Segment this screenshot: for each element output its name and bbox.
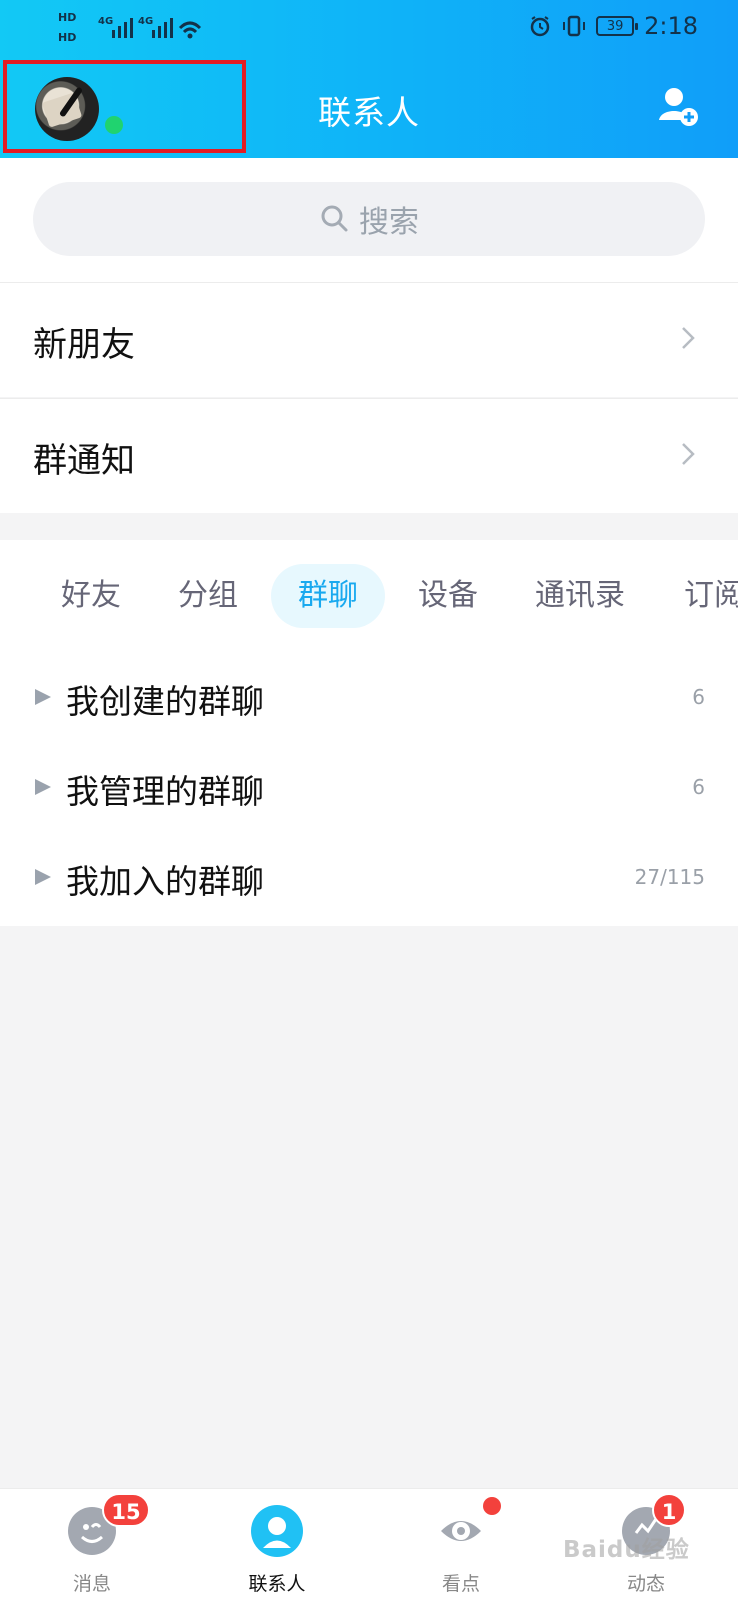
nav-label: 联系人 (248, 1573, 306, 1595)
nav-contacts[interactable]: 联系人 (217, 1489, 337, 1600)
expand-triangle-icon (35, 689, 51, 705)
tab-devices[interactable]: 设备 (413, 564, 483, 628)
group-label: 我加入的群聊 (66, 862, 264, 901)
group-label: 我创建的群聊 (66, 682, 264, 721)
search-section: 搜索 (0, 158, 738, 282)
expand-triangle-icon (35, 779, 51, 795)
new-friends-row[interactable]: 新朋友 (0, 282, 738, 397)
clock: 2:18 (644, 12, 698, 40)
tab-address-book[interactable]: 通讯录 (528, 564, 632, 628)
signal-icon: 4G 4G (98, 16, 202, 39)
nav-label: 看点 (441, 1573, 480, 1595)
watermark: Baidu经验 (563, 1537, 690, 1563)
message-badge: 15 (102, 1493, 150, 1527)
nav-discover[interactable]: 看点 (401, 1489, 521, 1600)
eye-icon (441, 1521, 481, 1541)
signal-label-2: 4G (138, 16, 153, 27)
nav-messages[interactable]: 15 消息 (32, 1489, 152, 1600)
moments-badge: 1 (652, 1493, 686, 1527)
search-input[interactable]: 搜索 (33, 182, 705, 256)
group-notice-label: 群通知 (33, 441, 135, 481)
group-count: 27/115 (634, 865, 705, 889)
page-title: 联系人 (318, 93, 420, 132)
notification-dot (483, 1497, 501, 1515)
status-bar: HD HD 4G 4G 39 2:18 (0, 0, 738, 56)
hd-tag-2: HD (58, 31, 77, 44)
contacts-icon (251, 1505, 303, 1557)
tab-subscriptions[interactable]: 订阅 (684, 564, 738, 628)
nav-label: 动态 (626, 1573, 665, 1595)
group-count: 6 (692, 685, 705, 709)
battery-indicator: 39 (596, 16, 639, 36)
list-item[interactable]: 我创建的群聊 6 (0, 651, 738, 741)
alarm-icon (530, 16, 550, 37)
group-notice-row[interactable]: 群通知 (0, 398, 738, 513)
new-friends-label: 新朋友 (33, 325, 135, 365)
chevron-right-icon (682, 443, 695, 465)
vibrate-icon (563, 15, 586, 37)
expand-triangle-icon (35, 869, 51, 885)
tab-group-chats[interactable]: 群聊 (271, 564, 385, 628)
tab-groups[interactable]: 分组 (173, 564, 243, 628)
signal-label-1: 4G (98, 16, 113, 27)
contact-category-tabs: 好友 分组 群聊 设备 通讯录 订阅 (0, 540, 738, 635)
search-icon (321, 205, 348, 232)
hd-tag-1: HD (58, 11, 77, 24)
system-status: 39 2:18 (528, 12, 698, 40)
search-placeholder: 搜索 (359, 205, 419, 240)
app-header: HD HD 4G 4G 39 2:18 联系人 (0, 0, 738, 158)
add-contact-icon[interactable] (656, 84, 702, 130)
group-count: 6 (692, 775, 705, 799)
chevron-right-icon (682, 327, 695, 349)
group-label: 我管理的群聊 (66, 772, 264, 811)
tab-friends[interactable]: 好友 (56, 564, 126, 628)
list-item[interactable]: 我加入的群聊 27/115 (0, 831, 738, 921)
nav-label: 消息 (72, 1573, 111, 1595)
group-chat-list: 我创建的群聊 6 我管理的群聊 6 我加入的群聊 27/115 (0, 635, 738, 926)
list-item[interactable]: 我管理的群聊 6 (0, 741, 738, 831)
network-status: HD HD 4G 4G (58, 8, 202, 48)
